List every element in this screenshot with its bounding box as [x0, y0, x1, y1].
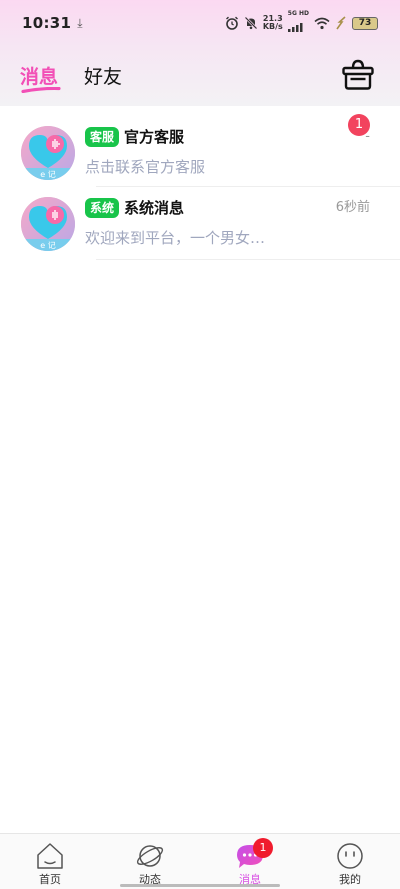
status-bar: 10:31 ⤓ 21.3 KB/s 5G HD 73 — [0, 0, 400, 46]
cellular-status: 5G HD — [287, 10, 309, 36]
tab-messages[interactable]: 消息 — [20, 62, 58, 89]
charging-icon — [336, 16, 346, 30]
app-logo-icon: e 记 — [21, 197, 75, 251]
nav-home[interactable]: 首页 — [0, 834, 100, 889]
planet-icon — [136, 845, 164, 867]
smiley-icon — [337, 843, 363, 869]
message-list: e 记 客服 官方客服 - 点击联系官方客服 e 记 系统 系统消息 6秒前 欢… — [0, 116, 400, 260]
conversation-official-support[interactable]: e 记 客服 官方客服 - 点击联系官方客服 — [0, 116, 400, 187]
bottom-nav: 首页 动态 1 消息 我的 — [0, 833, 400, 889]
unread-badge: 1 — [348, 114, 370, 136]
alarm-icon — [225, 16, 238, 30]
avatar: e 记 — [21, 197, 75, 251]
download-icon: ⤓ — [77, 15, 83, 30]
tag-badge: 系统 — [85, 198, 120, 218]
conversation-time: 6秒前 — [335, 200, 370, 215]
conversation-title: 系统消息 — [124, 199, 185, 217]
nav-profile-label: 我的 — [339, 873, 361, 886]
home-icon — [37, 843, 63, 869]
conversation-title: 官方客服 — [124, 128, 185, 146]
mute-icon — [244, 16, 258, 30]
status-time: 10:31 — [22, 14, 72, 32]
tag-badge: 客服 — [85, 127, 120, 147]
conversation-preview: 欢迎来到平台，一个男女… — [85, 229, 266, 247]
avatar: e 记 — [21, 126, 75, 180]
svg-text:e 记: e 记 — [40, 241, 55, 250]
tab-friends[interactable]: 好友 — [84, 62, 122, 89]
page-header: 消息 好友 — [0, 50, 400, 104]
home-indicator — [120, 884, 280, 887]
battery-level: 73 — [352, 16, 378, 30]
conversation-system-messages[interactable]: e 记 系统 系统消息 6秒前 欢迎来到平台，一个男女… — [0, 187, 400, 260]
network-type: 5G HD — [287, 10, 309, 17]
network-speed-unit: KB/s — [262, 22, 283, 31]
status-icons: 21.3 KB/s 5G HD 73 — [225, 10, 378, 36]
app-logo-icon: e 记 — [21, 126, 75, 180]
network-speed: 21.3 KB/s — [263, 15, 283, 31]
conversation-preview: 点击联系官方客服 — [85, 158, 206, 176]
svg-text:e 记: e 记 — [40, 170, 55, 179]
divider — [96, 259, 400, 260]
nav-feed[interactable]: 动态 — [100, 834, 200, 889]
gift-basket-icon — [342, 59, 374, 90]
nav-messages-badge: 1 — [253, 838, 273, 858]
nav-home-label: 首页 — [39, 873, 61, 886]
gift-button[interactable] — [339, 56, 377, 94]
tab-active-indicator — [21, 87, 61, 93]
nav-messages[interactable]: 1 消息 — [200, 834, 300, 889]
nav-profile[interactable]: 我的 — [300, 834, 400, 889]
wifi-icon — [314, 17, 330, 29]
signal-icon — [287, 23, 303, 32]
